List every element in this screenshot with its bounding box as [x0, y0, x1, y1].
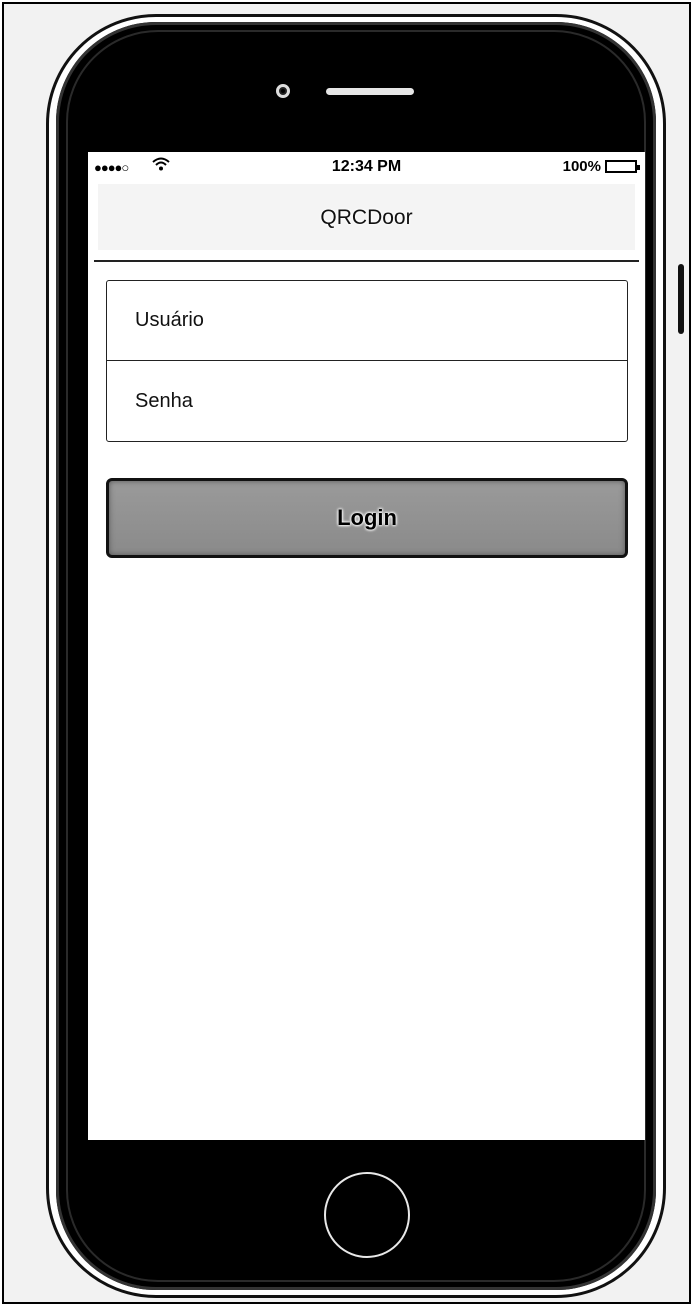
password-input[interactable]: [107, 361, 627, 441]
username-input[interactable]: [107, 281, 627, 360]
status-bar: ●●●●○ 12:34 PM 100%: [88, 152, 645, 182]
nav-divider: [94, 260, 639, 262]
login-form: [106, 280, 628, 442]
login-button-label: Login: [337, 505, 397, 530]
navigation-bar: QRCDoor: [98, 184, 635, 250]
status-time: 12:34 PM: [331, 158, 402, 175]
front-camera: [276, 84, 290, 98]
password-field-container: [107, 361, 627, 441]
page-title: QRCDoor: [320, 206, 413, 229]
earpiece-speaker: [326, 88, 414, 95]
login-button[interactable]: Login: [106, 478, 628, 558]
battery-percent: 100%: [562, 158, 601, 175]
phone-screen: ●●●●○ 12:34 PM 100% QRCDoor Usuário Logi…: [88, 152, 645, 1140]
home-button[interactable]: [324, 1172, 410, 1258]
battery-icon: [605, 160, 640, 173]
screenshot-frame: ●●●●○ 12:34 PM 100% QRCDoor Usuário Logi…: [2, 2, 691, 1304]
power-button: [678, 264, 684, 334]
battery-indicator: 100%: [562, 158, 640, 175]
username-field-container: [107, 281, 627, 361]
